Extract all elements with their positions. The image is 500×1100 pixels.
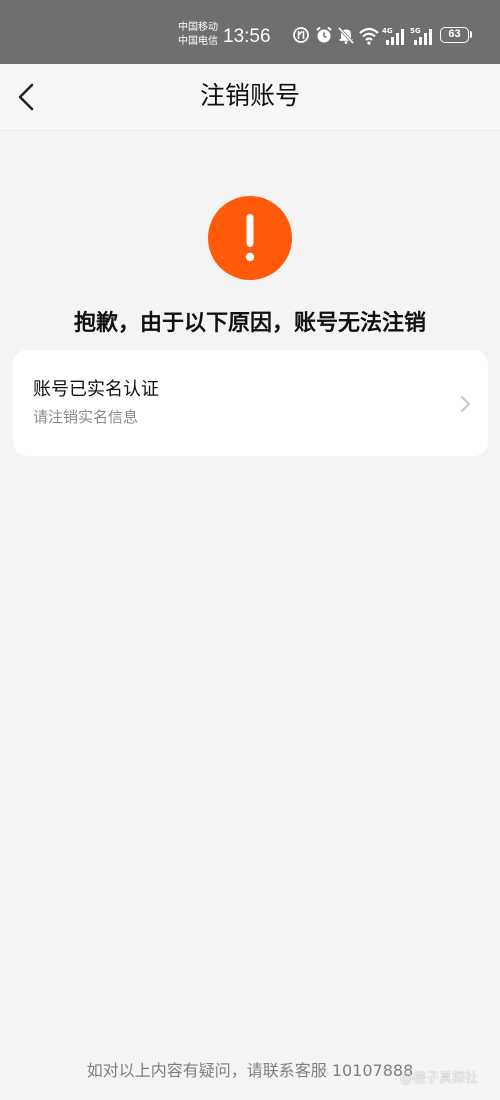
- page-title: 注销账号: [199, 81, 300, 110]
- reason-title: 账号已实名认证: [33, 379, 159, 400]
- reason-card[interactable]: 账号已实名认证 请注销实名信息: [13, 350, 488, 456]
- battery-tip: [470, 31, 472, 38]
- carrier-names: 中国移动 中国电信: [178, 21, 222, 49]
- battery-icon: 63: [440, 27, 469, 43]
- mute-icon: [336, 25, 356, 49]
- wifi-icon: [358, 25, 380, 49]
- reason-subtitle: 请注销实名信息: [33, 408, 139, 426]
- carrier-2: 中国电信: [178, 36, 218, 47]
- status-time: 13:56: [223, 26, 271, 47]
- signal-icon: [384, 29, 406, 49]
- alarm-icon: [314, 25, 334, 49]
- warning-icon: [208, 196, 292, 280]
- chevron-right-icon: [461, 396, 470, 412]
- watermark-text: @橙子真探社: [400, 1071, 479, 1086]
- status-bar: 中国移动 中国电信 13:56 4G 5G 63: [0, 0, 500, 64]
- watermark: @橙子真探社: [400, 1070, 478, 1088]
- signal-icon-2: [412, 29, 434, 49]
- error-message: 抱歉，由于以下原因，账号无法注销: [73, 311, 426, 336]
- carrier-1: 中国移动: [178, 22, 218, 33]
- data-saver-icon: [292, 25, 310, 49]
- nav-header: 注销账号: [0, 64, 500, 131]
